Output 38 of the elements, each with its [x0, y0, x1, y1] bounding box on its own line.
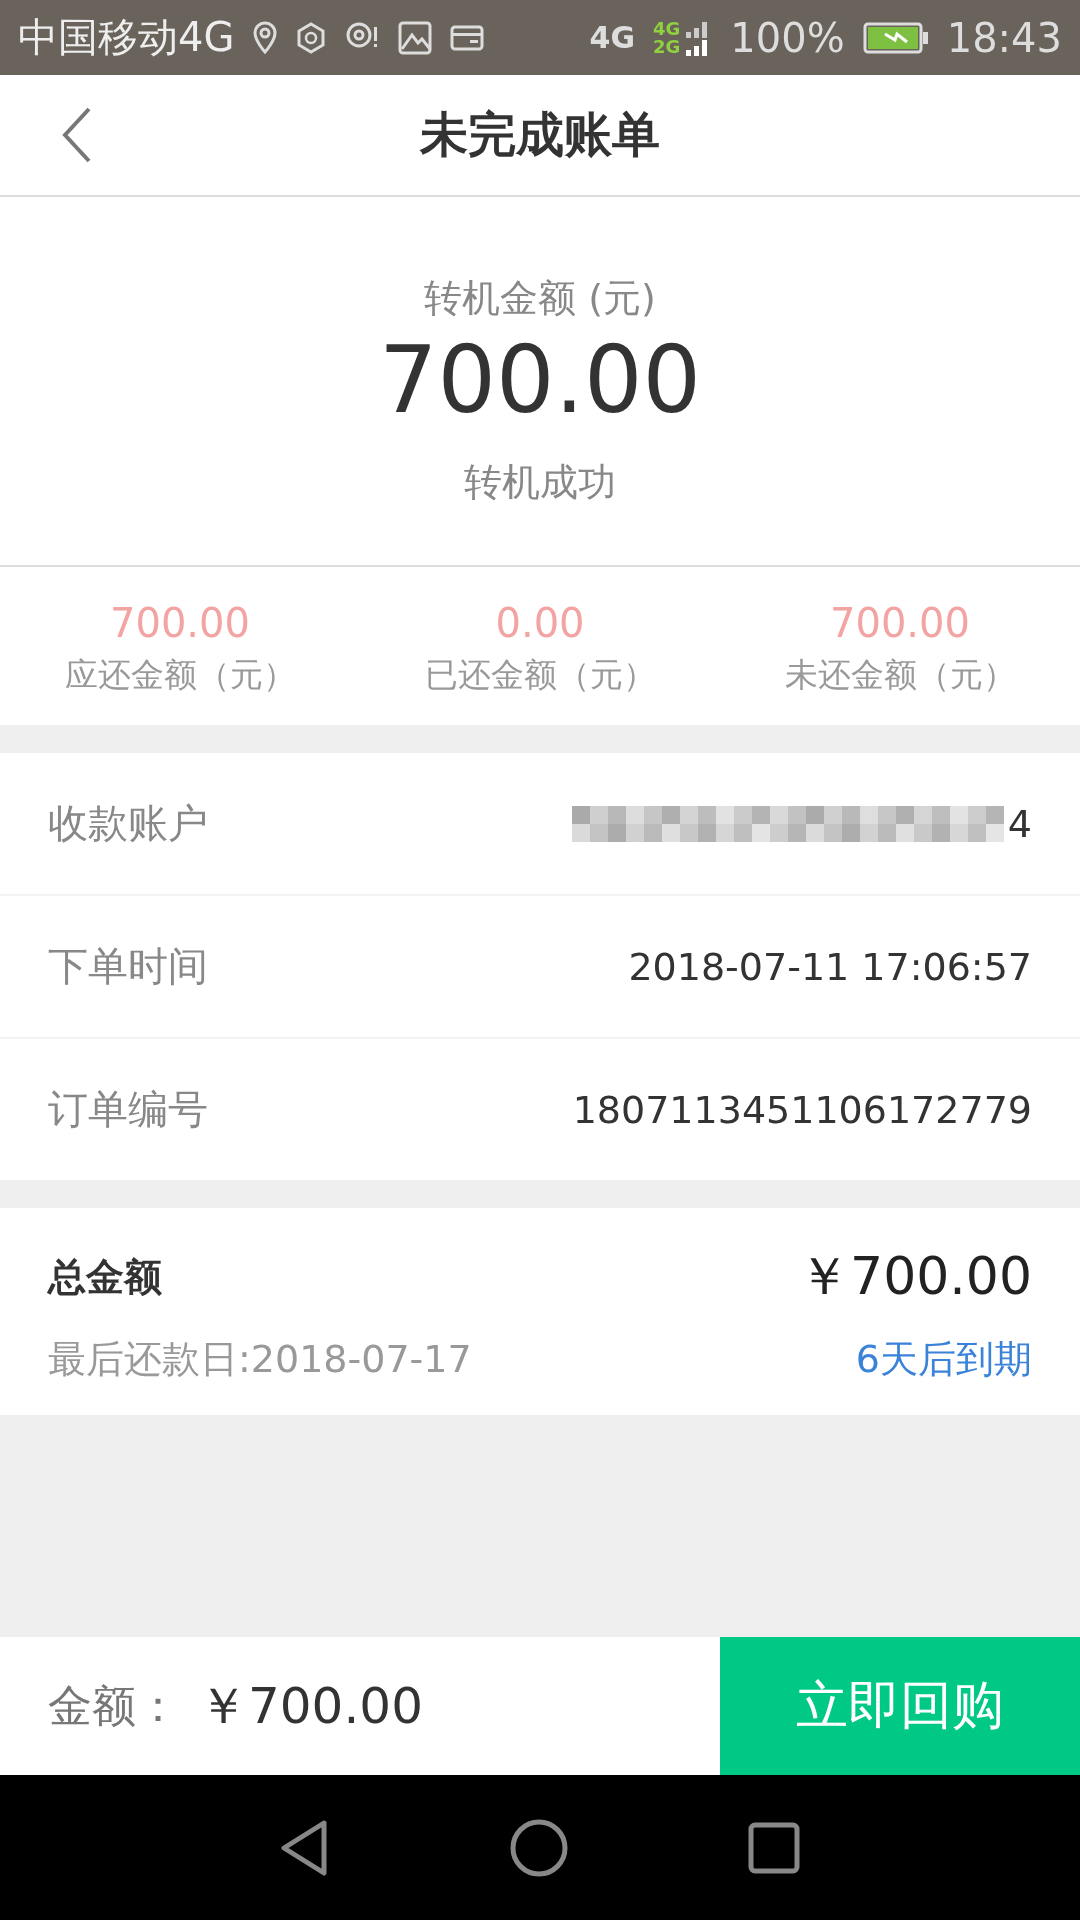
detail-value: 2018-07-11 17:06:57	[628, 944, 1032, 989]
home-icon[interactable]	[510, 1818, 568, 1877]
carrier-name: 中国移动4G	[18, 13, 235, 62]
buy-back-button[interactable]: 立即回购	[720, 1637, 1080, 1775]
clock: 18:43	[946, 14, 1062, 61]
stat-label: 未还金额（元）	[784, 654, 1016, 696]
footer-amount: ￥700.00	[198, 1675, 423, 1737]
footer-amount-label: 金额：	[48, 1678, 180, 1733]
amount-value: 700.00	[379, 330, 701, 432]
detail-value: 1807113451106172779	[572, 1087, 1032, 1132]
battery-icon	[862, 21, 929, 54]
detail-label: 下单时间	[48, 942, 208, 991]
stat-value: 700.00	[830, 599, 970, 647]
hexagon-icon	[296, 21, 327, 54]
back-icon[interactable]	[280, 1818, 330, 1877]
network-type: 4G	[653, 19, 681, 38]
stat-value: 700.00	[110, 599, 250, 647]
network-type: 2G	[653, 37, 681, 56]
back-icon[interactable]	[62, 107, 92, 163]
detail-label: 订单编号	[48, 1085, 208, 1134]
page-title: 未完成账单	[420, 105, 660, 164]
card-icon	[450, 24, 485, 51]
due-date: 最后还款日:2018-07-17	[48, 1336, 472, 1383]
detail-value: 4	[1007, 801, 1032, 846]
battery-percent: 100%	[730, 14, 845, 61]
stat-value: 0.00	[495, 599, 585, 647]
due-countdown: 6天后到期	[855, 1336, 1032, 1383]
total-label: 总金额	[48, 1253, 162, 1301]
detail-label: 收款账户	[48, 799, 208, 848]
image-icon	[398, 20, 433, 55]
amount-label: 转机金额 (元)	[424, 275, 656, 322]
location-icon	[252, 20, 279, 55]
total-amount: ￥700.00	[798, 1245, 1032, 1308]
stat-label: 已还金额（元）	[424, 654, 656, 696]
recents-icon[interactable]	[748, 1821, 800, 1874]
stat-label: 应还金额（元）	[64, 654, 296, 696]
network-type: 4G	[589, 20, 636, 55]
status-text: 转机成功	[464, 459, 616, 507]
